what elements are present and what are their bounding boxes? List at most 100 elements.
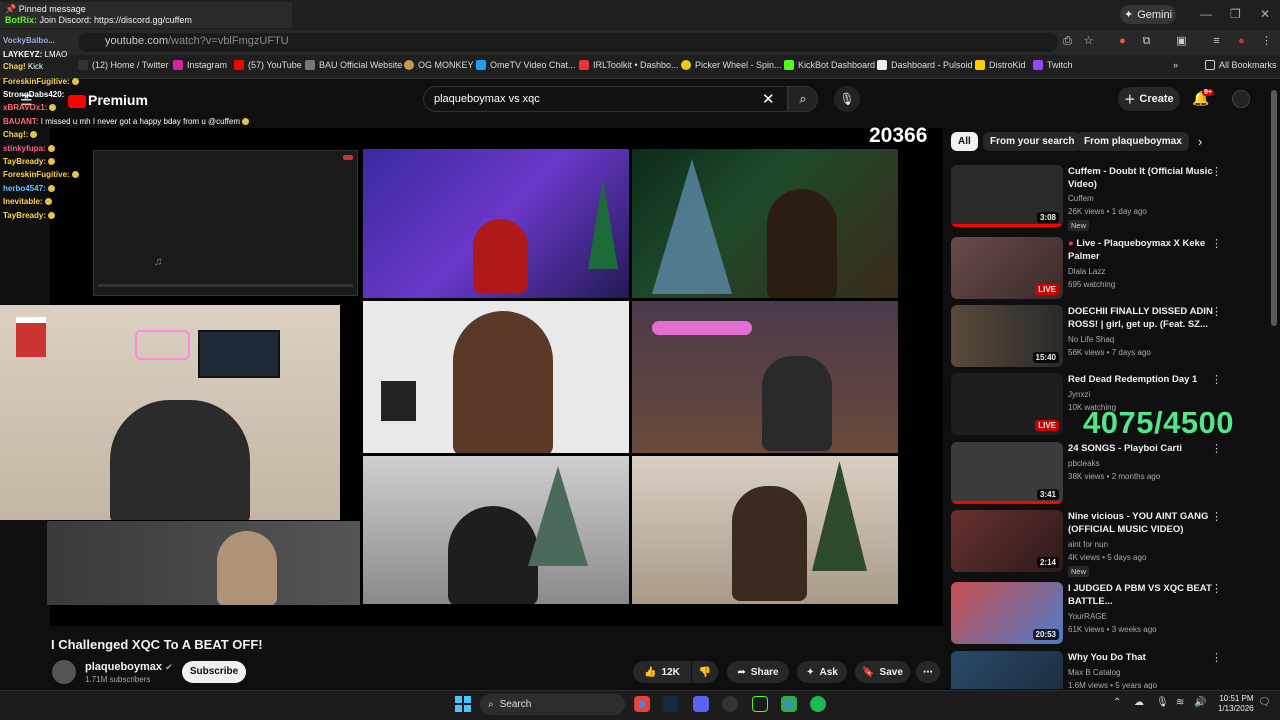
bookmark-5[interactable]: OmeTV Video Chat... bbox=[476, 60, 575, 70]
bookmark-3[interactable]: BAU Official Website bbox=[305, 60, 402, 70]
youtube-logo[interactable]: Premium bbox=[68, 92, 148, 108]
kick-icon[interactable] bbox=[752, 696, 768, 712]
more-actions-button[interactable]: ⋯ bbox=[916, 661, 940, 683]
bookmark-label: BAU Official Website bbox=[319, 60, 403, 70]
rec-title: ● Live - Plaqueboymax X Keke Palmer bbox=[1068, 237, 1218, 263]
channel-avatar[interactable] bbox=[52, 660, 76, 684]
more-vert-icon[interactable]: ⋮ bbox=[1211, 582, 1222, 595]
chat-message: LAYKEYZ: LMAO bbox=[3, 50, 67, 60]
video-thumbnail[interactable]: 3:08 bbox=[951, 165, 1063, 227]
sparkle-icon: ✦ bbox=[1123, 9, 1134, 21]
chevron-right-icon[interactable]: › bbox=[1198, 134, 1202, 149]
bookmark-2[interactable]: (57) YouTube bbox=[234, 60, 302, 70]
tray-chevron-icon[interactable]: ⌃ bbox=[1113, 697, 1121, 708]
system-clock[interactable]: 10:51 PM 1/13/2026 bbox=[1218, 694, 1254, 714]
spotify-icon[interactable] bbox=[810, 696, 826, 712]
chat-message: ForeskinFugitive: bbox=[3, 170, 79, 180]
account-avatar[interactable] bbox=[1232, 90, 1250, 108]
duration-badge: 3:41 bbox=[1036, 489, 1059, 500]
install-icon[interactable]: ⎙ bbox=[1061, 35, 1074, 48]
video-thumbnail[interactable]: LIVE bbox=[951, 373, 1063, 435]
more-vert-icon[interactable]: ⋮ bbox=[1211, 237, 1222, 250]
recommendation-item[interactable]: Why You Do That Max B Catalog 1.6M views… bbox=[951, 651, 1251, 689]
dislike-button[interactable]: 👎 bbox=[692, 661, 718, 683]
close-icon[interactable]: ✕ bbox=[1260, 7, 1270, 21]
video-thumbnail[interactable]: 15:40 bbox=[951, 305, 1063, 367]
recommendation-item[interactable]: LIVE Red Dead Redemption Day 1 Jynxzi 10… bbox=[951, 373, 1251, 437]
recommendation-item[interactable]: 20:53 I JUDGED A PBM VS XQC BEAT BATTLE.… bbox=[951, 582, 1251, 646]
more-vert-icon[interactable]: ⋮ bbox=[1211, 651, 1222, 664]
bookmarks-overflow-icon[interactable]: » bbox=[1173, 60, 1178, 70]
gemini-button[interactable]: ✦ Gemini bbox=[1120, 5, 1176, 24]
chrome-icon[interactable] bbox=[634, 696, 650, 712]
chip-from-channel[interactable]: From plaqueboymax bbox=[1077, 132, 1189, 151]
bookmark-star-icon[interactable]: ☆ bbox=[1082, 35, 1095, 48]
media-icon[interactable]: ≡ bbox=[1210, 35, 1223, 48]
search-button[interactable]: ⌕ bbox=[788, 86, 818, 112]
discord-icon[interactable] bbox=[693, 696, 709, 712]
profile-avatar-icon[interactable]: ● bbox=[1235, 35, 1248, 48]
more-vert-icon[interactable]: ⋮ bbox=[1211, 305, 1222, 318]
video-thumbnail[interactable]: 3:41 bbox=[951, 442, 1063, 504]
maximize-icon[interactable]: ❐ bbox=[1230, 7, 1241, 21]
video-thumbnail[interactable]: 20:53 bbox=[951, 582, 1063, 644]
extension-brave-icon[interactable]: ● bbox=[1116, 35, 1129, 48]
recommendation-item[interactable]: 3:08 Cuffem - Doubt It (Official Music V… bbox=[951, 165, 1251, 231]
bookmark-9[interactable]: Dashboard - Pulsoid bbox=[877, 60, 973, 70]
create-button[interactable]: ＋ Create bbox=[1118, 87, 1180, 111]
recommendation-item[interactable]: 15:40 DOECHII FINALLY DISSED ADIN ROSS! … bbox=[951, 305, 1251, 369]
obs-icon[interactable] bbox=[722, 696, 738, 712]
mic-tray-icon[interactable]: 🎙 bbox=[1156, 697, 1169, 708]
bookmark-11[interactable]: Twitch bbox=[1033, 60, 1073, 70]
bookmark-7[interactable]: Picker Wheel - Spin... bbox=[681, 60, 782, 70]
video-thumbnail[interactable] bbox=[951, 651, 1063, 689]
all-bookmarks[interactable]: All Bookmarks bbox=[1205, 60, 1277, 70]
volume-icon[interactable]: 🔊 bbox=[1194, 697, 1206, 708]
subscribe-button[interactable]: Subscribe bbox=[182, 661, 246, 683]
menu-kebab-icon[interactable]: ⋮ bbox=[1260, 35, 1273, 48]
page-scrollbar[interactable] bbox=[1271, 90, 1277, 326]
wifi-icon[interactable]: ≋ bbox=[1176, 697, 1184, 708]
split-view-icon[interactable]: ▣ bbox=[1175, 35, 1188, 48]
windows-start-icon[interactable] bbox=[455, 696, 471, 712]
extensions-icon[interactable]: ⧉ bbox=[1140, 35, 1153, 48]
clear-search-icon[interactable]: ✕ bbox=[762, 90, 775, 108]
video-thumbnail[interactable]: LIVE bbox=[951, 237, 1063, 299]
save-button[interactable]: 🔖 Save bbox=[855, 661, 910, 683]
bookmark-0[interactable]: (12) Home / Twitter bbox=[78, 60, 168, 70]
like-button[interactable]: 👍 12K bbox=[633, 661, 691, 683]
video-thumbnail[interactable]: 2:14 bbox=[951, 510, 1063, 572]
pinned-text: Join Discord: https://discord.gg/cuffem bbox=[39, 15, 192, 25]
chip-from-search[interactable]: From your search bbox=[983, 132, 1082, 151]
more-vert-icon[interactable]: ⋮ bbox=[1211, 165, 1222, 178]
recommendation-item[interactable]: LIVE ● Live - Plaqueboymax X Keke Palmer… bbox=[951, 237, 1251, 301]
share-button[interactable]: ➦ Share bbox=[727, 661, 789, 683]
cloud-icon[interactable]: ☁ bbox=[1134, 697, 1144, 708]
chat-user: TayBready: bbox=[3, 211, 46, 220]
share-icon: ➦ bbox=[737, 666, 746, 678]
more-vert-icon[interactable]: ⋮ bbox=[1211, 510, 1222, 523]
more-vert-icon[interactable]: ⋮ bbox=[1211, 373, 1222, 386]
more-vert-icon[interactable]: ⋮ bbox=[1211, 442, 1222, 455]
recommendation-item[interactable]: 2:14 Nine vicious - YOU AINT GANG (OFFIC… bbox=[951, 510, 1251, 577]
bookmark-8[interactable]: KickBot Dashboard bbox=[784, 60, 875, 70]
rec-channel: Jynxzi bbox=[1068, 390, 1091, 399]
bookmark-6[interactable]: IRLToolkit • Dashbo... bbox=[579, 60, 679, 70]
chrome-profile-icon[interactable] bbox=[781, 696, 797, 712]
channel-name[interactable]: plaqueboymax ✔ bbox=[85, 661, 173, 673]
url-text[interactable]: youtube.com/watch?v=vblFmgzUFTU bbox=[105, 35, 289, 47]
taskbar-search[interactable]: ⌕ Search bbox=[480, 694, 625, 715]
bookmark-4[interactable]: OG MONKEY bbox=[404, 60, 474, 70]
ask-button[interactable]: ✦ Ask bbox=[797, 661, 847, 683]
bookmark-1[interactable]: Instagram bbox=[173, 60, 227, 70]
rec-title: I JUDGED A PBM VS XQC BEAT BATTLE... bbox=[1068, 583, 1212, 607]
notification-center-icon[interactable]: 🗨 bbox=[1258, 697, 1271, 708]
minimize-icon[interactable]: — bbox=[1200, 7, 1212, 21]
recommendation-item[interactable]: 3:41 24 SONGS - Playboi Carti pbcleaks 3… bbox=[951, 442, 1251, 506]
chip-all[interactable]: All bbox=[951, 132, 978, 151]
voice-search-button[interactable]: 🎙 bbox=[834, 86, 860, 112]
rec-stats: 1.6M views • 5 years ago bbox=[1068, 681, 1158, 689]
start-tile bbox=[455, 705, 462, 712]
bookmark-10[interactable]: DistroKid bbox=[975, 60, 1026, 70]
steam-icon[interactable] bbox=[662, 696, 678, 712]
